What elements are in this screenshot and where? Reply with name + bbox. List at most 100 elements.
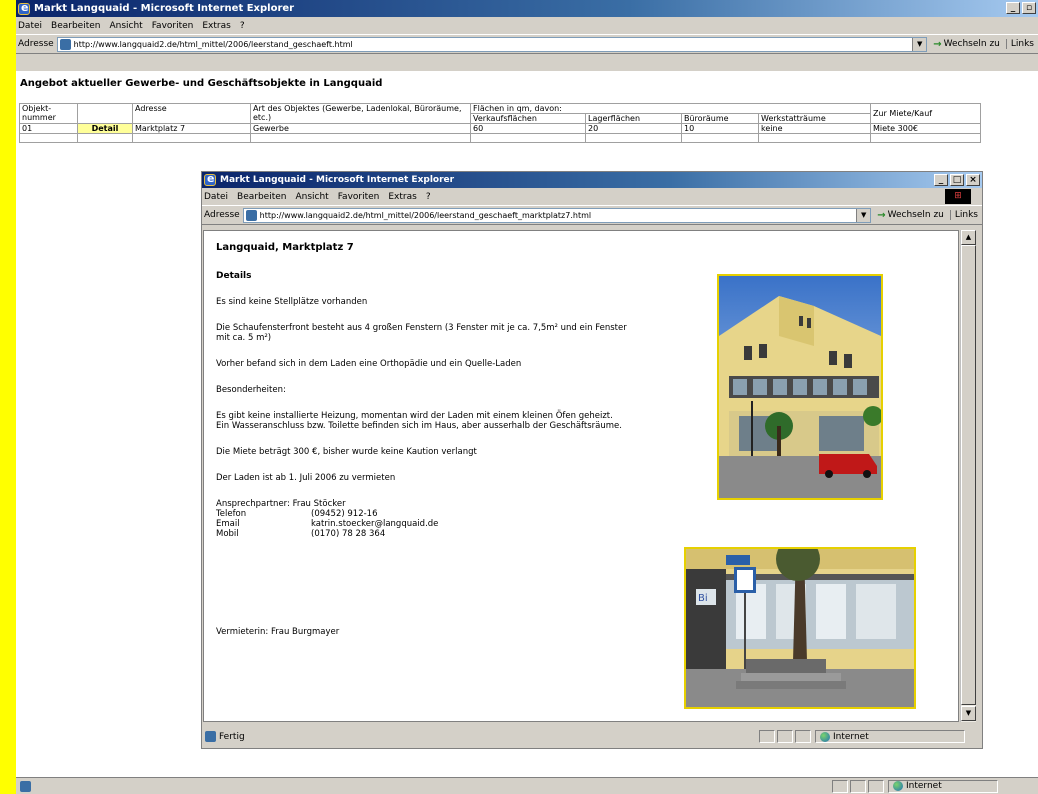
maximize-button[interactable]: ▫ (1022, 2, 1036, 14)
page-title: Angebot aktueller Gewerbe- und Geschäfts… (20, 78, 383, 89)
menu-help[interactable]: ? (426, 192, 431, 202)
globe-icon (893, 781, 903, 791)
paragraph: Besonderheiten: (216, 385, 286, 395)
zone-label: Internet (906, 781, 942, 791)
contact-value: (09452) 912-16 (311, 509, 378, 519)
building-photo-image (719, 276, 881, 498)
scroll-up-icon[interactable]: ▲ (961, 230, 976, 245)
links-button[interactable]: Links (949, 210, 982, 220)
cell-adresse: Marktplatz 7 (132, 123, 251, 134)
outer-titlebar[interactable]: Markt Langquaid - Microsoft Internet Exp… (16, 0, 1038, 17)
address-input[interactable]: http://www.langquaid2.de/html_mittel/200… (56, 36, 928, 52)
minimize-button[interactable]: _ (934, 174, 948, 186)
scroll-down-icon[interactable]: ▼ (961, 706, 976, 721)
header-detail-empty (77, 103, 133, 124)
menu-datei[interactable]: Datei (18, 21, 42, 31)
address-label: Adresse (204, 210, 240, 220)
paragraph: Ein Wasseranschluss bzw. Toilette befind… (216, 421, 622, 431)
cell-art: Gewerbe (250, 123, 471, 134)
security-zone: Internet (815, 730, 965, 743)
scrollbar-thumb[interactable] (961, 245, 976, 705)
header-art: Art des Objektes (Gewerbe, Ladenlokal, B… (250, 103, 471, 124)
contact-table: Telefon (09452) 912-16 Email katrin.stoe… (216, 509, 438, 539)
menu-datei[interactable]: Datei (204, 192, 228, 202)
page-icon (59, 38, 71, 50)
table-row: Email katrin.stoecker@langquaid.de (216, 519, 438, 529)
header-miete: Zur Miete/Kauf (870, 103, 981, 124)
cell-lager: 20 (585, 123, 682, 134)
address-dropdown-icon[interactable]: ▼ (912, 37, 927, 51)
inner-browser-window: Markt Langquaid - Microsoft Internet Exp… (201, 171, 983, 749)
status-page-icon (205, 731, 216, 742)
contact-value: (0170) 78 28 364 (311, 529, 386, 539)
minimize-button[interactable]: _ (1006, 2, 1020, 14)
outer-menubar: Datei Bearbeiten Ansicht Favoriten Extra… (16, 17, 1038, 34)
address-url: http://www.langquaid2.de/html_mittel/200… (73, 39, 353, 49)
contact-label: Email (216, 519, 240, 529)
address-url: http://www.langquaid2.de/html_mittel/200… (259, 210, 592, 220)
vertical-scrollbar[interactable]: ▲ ▼ (960, 230, 976, 722)
paragraph: Es gibt keine installierte Heizung, mome… (216, 411, 613, 421)
table-row: Telefon (09452) 912-16 (216, 509, 438, 519)
paragraph: Der Laden ist ab 1. Juli 2006 zu vermiet… (216, 473, 396, 483)
menu-bearbeiten[interactable]: Bearbeiten (237, 192, 286, 202)
status-cell (777, 730, 793, 743)
inner-statusbar: Fertig Internet (203, 728, 979, 745)
menu-ansicht[interactable]: Ansicht (295, 192, 328, 202)
cell-werkstatt: keine (758, 123, 871, 134)
address-input[interactable]: http://www.langquaid2.de/html_mittel/200… (242, 207, 872, 223)
paragraph: Es sind keine Stellplätze vorhanden (216, 297, 368, 307)
contact-email-link[interactable]: katrin.stoecker@langquaid.de (311, 519, 438, 529)
go-button[interactable]: → Wechseln zu (933, 39, 1000, 50)
cell-verkauf: 60 (470, 123, 586, 134)
go-arrow-icon: → (933, 38, 942, 50)
shopfront-photo: Bi (684, 547, 916, 709)
header-adresse: Adresse (132, 103, 251, 124)
outer-window-title: Markt Langquaid - Microsoft Internet Exp… (34, 3, 295, 14)
contact-person: Ansprechpartner: Frau Stöcker (216, 499, 346, 509)
go-arrow-icon: → (877, 209, 886, 221)
security-zone: Internet (888, 779, 998, 793)
detail-subheading: Details (216, 271, 252, 281)
objects-table: Objekt- nummer Adresse Art des Objektes … (19, 103, 981, 143)
menu-help[interactable]: ? (240, 21, 245, 31)
cell-nummer: 01 (19, 123, 78, 134)
menu-extras[interactable]: Extras (202, 21, 230, 31)
maximize-button[interactable]: □ (950, 174, 964, 186)
table-header-row: Objekt- nummer Adresse Art des Objektes … (19, 103, 981, 124)
building-photo (717, 274, 883, 500)
svg-text:Bi: Bi (698, 593, 708, 604)
go-button[interactable]: → Wechseln zu (877, 210, 944, 221)
status-text: Fertig (219, 731, 245, 742)
paragraph: mit ca. 5 m²) (216, 333, 272, 343)
address-label: Adresse (18, 39, 54, 49)
paragraph: Die Miete beträgt 300 €, bisher wurde ke… (216, 447, 477, 457)
table-row-empty (19, 133, 981, 143)
paragraph: Vorher befand sich in dem Laden eine Ort… (216, 359, 522, 369)
menu-extras[interactable]: Extras (388, 192, 416, 202)
close-button[interactable]: × (966, 174, 980, 186)
menu-bearbeiten[interactable]: Bearbeiten (51, 21, 100, 31)
links-button[interactable]: Links (1005, 39, 1038, 49)
inner-titlebar[interactable]: Markt Langquaid - Microsoft Internet Exp… (202, 172, 982, 188)
windows-logo-icon: ⊞ (945, 189, 971, 204)
status-page-icon (20, 780, 31, 792)
status-cell (832, 779, 848, 793)
landlord: Vermieterin: Frau Burgmayer (216, 627, 340, 637)
menu-ansicht[interactable]: Ansicht (109, 21, 142, 31)
menu-favoriten[interactable]: Favoriten (152, 21, 194, 31)
cell-miete: Miete 300€ (870, 123, 981, 134)
page-icon (245, 209, 257, 221)
header-lager: Lagerflächen (585, 113, 682, 124)
header-objektnummer: Objekt- nummer (19, 103, 78, 124)
detail-link[interactable]: Detail (77, 123, 133, 134)
inner-window-title: Markt Langquaid - Microsoft Internet Exp… (220, 175, 455, 185)
status-cell (868, 779, 884, 793)
ie-icon (204, 172, 216, 186)
inner-page-content: Langquaid, Marktplatz 7 Details Es sind … (203, 230, 959, 722)
address-dropdown-icon[interactable]: ▼ (856, 208, 871, 222)
go-label: Wechseln zu (943, 39, 1000, 49)
menu-favoriten[interactable]: Favoriten (338, 192, 380, 202)
contact-label: Mobil (216, 529, 239, 539)
table-row: 01 Detail Marktplatz 7 Gewerbe 60 20 10 … (19, 123, 981, 134)
